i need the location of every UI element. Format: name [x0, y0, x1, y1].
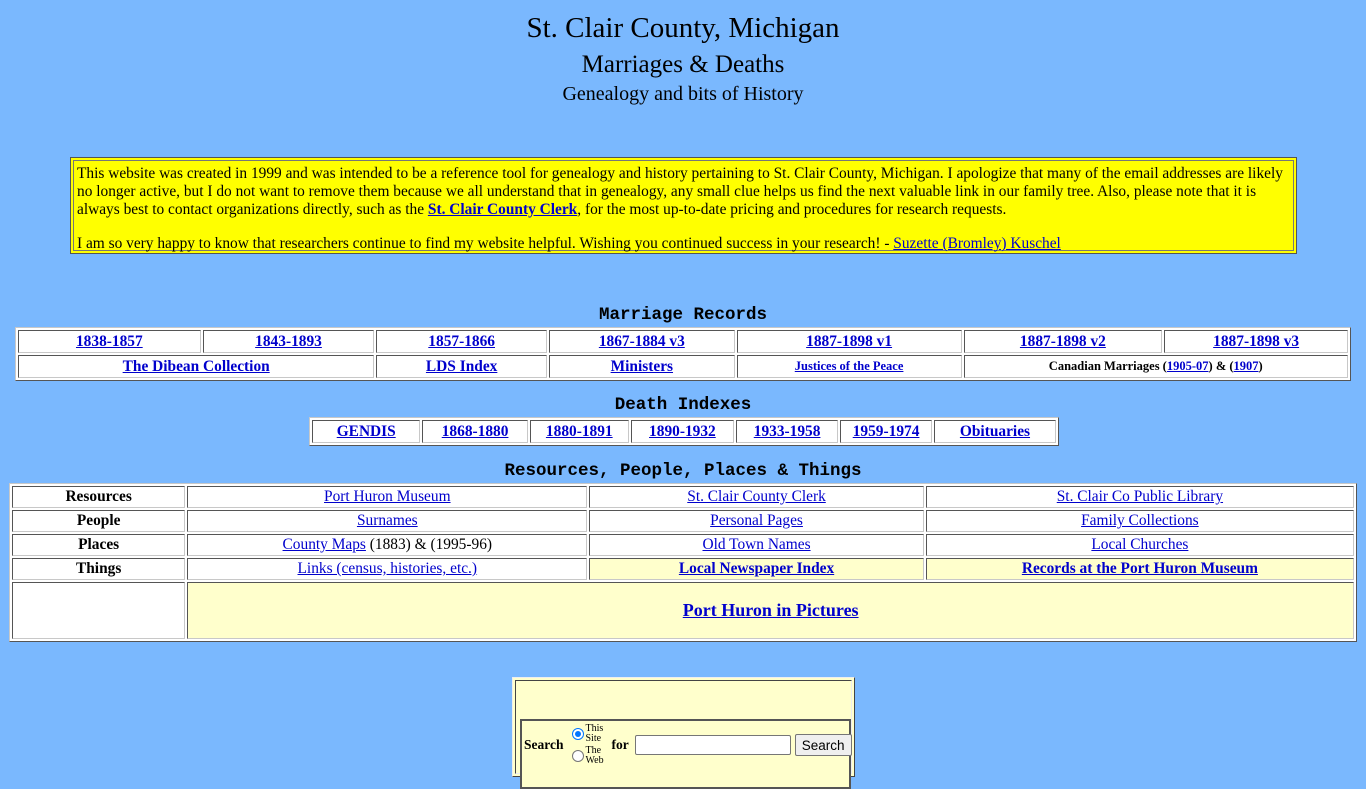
port-huron-in-pictures-link[interactable]: Port Huron in Pictures [683, 600, 859, 620]
search-scope-group: This Site The Web [571, 723, 608, 767]
radio-the-web[interactable] [571, 750, 584, 762]
family-collections-link[interactable]: Family Collections [1081, 512, 1199, 529]
search-form: Search This Site The Web for Search [520, 719, 852, 789]
search-box: Search This Site The Web for Search [512, 677, 855, 789]
marriage-link-1887-1898-v2[interactable]: 1887-1898 v2 [1020, 333, 1106, 350]
ministers-link[interactable]: Ministers [611, 358, 673, 375]
surnames-link[interactable]: Surnames [357, 512, 418, 529]
death-row: GENDIS 1868-1880 1880-1891 1890-1932 193… [312, 420, 1056, 443]
feature-row: Port Huron in Pictures [12, 582, 1354, 639]
death-link-1959-1974[interactable]: 1959-1974 [853, 423, 920, 440]
radio-this-site[interactable] [571, 728, 584, 740]
local-newspaper-index-link[interactable]: Local Newspaper Index [679, 560, 834, 577]
port-huron-museum-link[interactable]: Port Huron Museum [324, 488, 451, 505]
old-town-names-link[interactable]: Old Town Names [702, 536, 810, 553]
row-label-things: Things [12, 558, 186, 580]
for-label: for [611, 737, 629, 752]
canadian-marriages-cell: Canadian Marriages (1905-07) & (1907) [963, 355, 1348, 378]
death-link-1868-1880[interactable]: 1868-1880 [442, 423, 509, 440]
county-maps-link[interactable]: County Maps [283, 536, 366, 553]
county-clerk-link[interactable]: St. Clair County Clerk [428, 201, 577, 218]
row-label-people: People [12, 510, 186, 532]
records-port-huron-museum-link[interactable]: Records at the Port Huron Museum [1022, 560, 1258, 577]
things-row: Things Links (census, histories, etc.) L… [12, 558, 1354, 580]
personal-pages-link[interactable]: Personal Pages [710, 512, 803, 529]
site-subtitle: Marriages & Deaths [581, 51, 785, 78]
marriage-link-1857-1866[interactable]: 1857-1866 [428, 333, 495, 350]
notice-paragraph-2: I am so very happy to know that research… [77, 235, 1061, 252]
notice-box: This website was created in 1999 and was… [70, 157, 1297, 254]
people-row: People Surnames Personal Pages Family Co… [12, 510, 1354, 532]
death-indexes-table: GENDIS 1868-1880 1880-1891 1890-1932 193… [309, 417, 1059, 446]
marriage-link-1887-1898-v1[interactable]: 1887-1898 v1 [806, 333, 892, 350]
death-indexes-heading: Death Indexes [614, 395, 752, 415]
radio-this-site-label: This Site [585, 723, 604, 744]
radio-the-web-label: The Web [585, 745, 604, 766]
resources-table: Resources Port Huron Museum St. Clair Co… [9, 483, 1357, 642]
county-clerk-resource-link[interactable]: St. Clair County Clerk [687, 488, 826, 505]
resources-row: Resources Port Huron Museum St. Clair Co… [12, 486, 1354, 508]
marriage-records-heading: Marriage Records [598, 305, 768, 325]
links-census-histories-link[interactable]: Links (census, histories, etc.) [298, 560, 478, 577]
author-link[interactable]: Suzette (Bromley) Kuschel [893, 235, 1061, 252]
search-button[interactable]: Search [794, 734, 852, 756]
canadian-1907-link[interactable]: 1907 [1234, 359, 1259, 373]
site-title: St. Clair County, Michigan [526, 12, 840, 44]
row-label-resources: Resources [12, 486, 186, 508]
search-input[interactable] [634, 735, 791, 755]
marriage-link-1887-1898-v3[interactable]: 1887-1898 v3 [1213, 333, 1299, 350]
public-library-link[interactable]: St. Clair Co Public Library [1057, 488, 1223, 505]
lds-index-link[interactable]: LDS Index [426, 358, 497, 375]
notice-paragraph-1: This website was created in 1999 and was… [77, 165, 1283, 218]
gendis-link[interactable]: GENDIS [337, 423, 396, 440]
marriage-link-1867-1884-v3[interactable]: 1867-1884 v3 [599, 333, 685, 350]
local-churches-link[interactable]: Local Churches [1091, 536, 1188, 553]
justices-of-the-peace-link[interactable]: Justices of the Peace [795, 359, 904, 373]
death-link-1880-1891[interactable]: 1880-1891 [546, 423, 613, 440]
canadian-1905-07-link[interactable]: 1905-07 [1167, 359, 1209, 373]
marriage-row-1: 1838-1857 1843-1893 1857-1866 1867-1884 … [18, 330, 1348, 353]
places-row: Places County Maps (1883) & (1995-96) Ol… [12, 534, 1354, 556]
empty-cell [12, 582, 186, 639]
death-link-1890-1932[interactable]: 1890-1932 [649, 423, 716, 440]
obituaries-link[interactable]: Obituaries [960, 423, 1030, 440]
marriage-link-1843-1893[interactable]: 1843-1893 [255, 333, 322, 350]
marriage-link-1838-1857[interactable]: 1838-1857 [76, 333, 143, 350]
marriage-row-2: The Dibean Collection LDS Index Minister… [18, 355, 1348, 378]
site-tagline: Genealogy and bits of History [562, 83, 804, 105]
resources-heading: Resources, People, Places & Things [504, 461, 862, 481]
search-label: Search [524, 737, 564, 752]
dibean-collection-link[interactable]: The Dibean Collection [123, 358, 270, 375]
row-label-places: Places [12, 534, 186, 556]
marriage-records-table: 1838-1857 1843-1893 1857-1866 1867-1884 … [15, 327, 1351, 381]
death-link-1933-1958[interactable]: 1933-1958 [754, 423, 821, 440]
